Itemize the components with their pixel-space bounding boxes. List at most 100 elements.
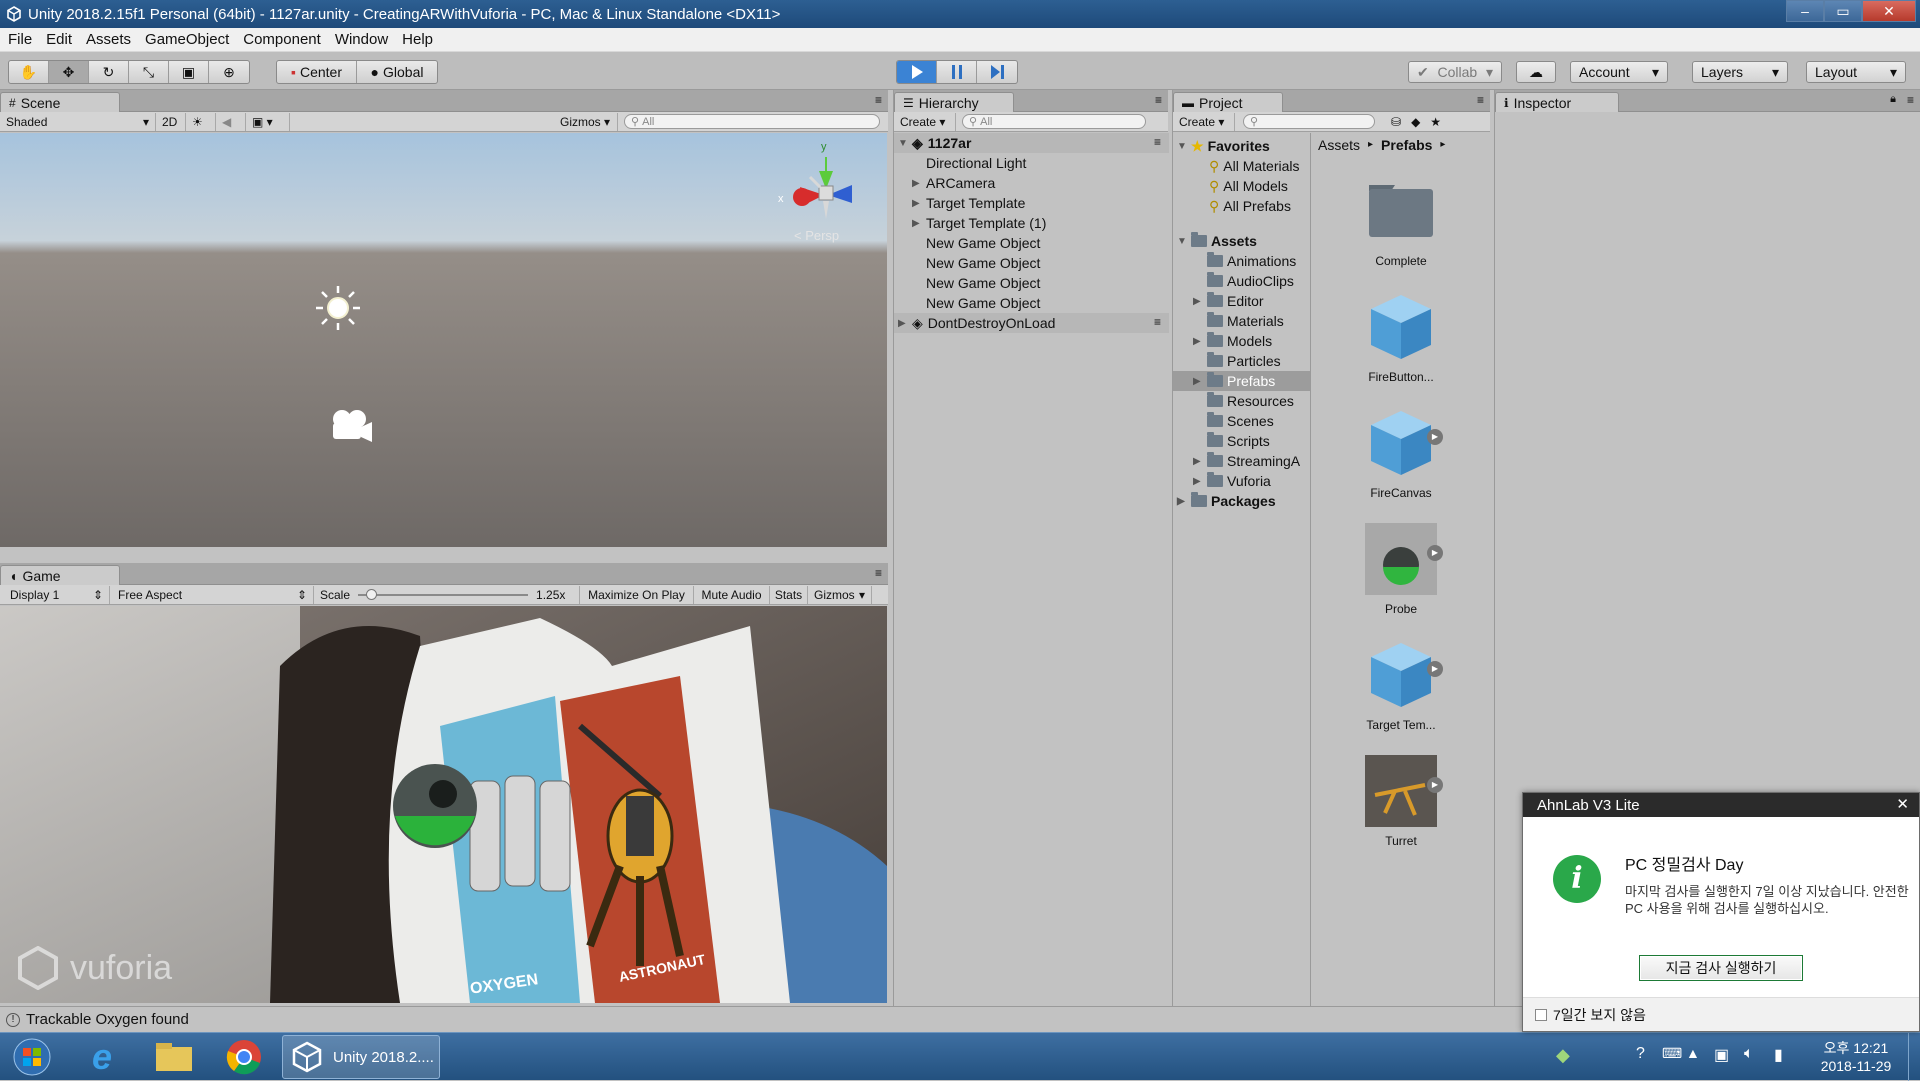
move-tool-icon[interactable]: ✥ bbox=[49, 61, 89, 83]
menu-gameobject[interactable]: GameObject bbox=[145, 31, 229, 48]
expand-arrow-icon[interactable]: ▶ bbox=[912, 218, 926, 229]
hierarchy-item[interactable]: ▶ ARCamera bbox=[912, 173, 995, 193]
close-button[interactable]: ✕ bbox=[1862, 0, 1916, 22]
perspective-label[interactable]: < Persp bbox=[794, 228, 839, 243]
mute-audio-toggle[interactable]: Mute Audio bbox=[694, 585, 770, 604]
window-title-bar[interactable]: Unity 2018.2.15f1 Personal (64bit) - 112… bbox=[0, 0, 1920, 28]
scene-root-row[interactable]: ▼ ◈ 1127ar ≡ bbox=[894, 133, 1169, 153]
expand-arrow-icon[interactable]: ▶ bbox=[912, 178, 926, 189]
expand-arrow-icon[interactable]: ▶ bbox=[912, 198, 926, 209]
scan-now-button[interactable]: 지금 검사 실행하기 bbox=[1639, 955, 1803, 981]
asset-folder[interactable]: AudioClips bbox=[1193, 271, 1294, 291]
start-button[interactable] bbox=[4, 1036, 60, 1078]
expand-prefab-icon[interactable]: ▶ bbox=[1427, 661, 1443, 677]
network-tray-icon[interactable]: ◆ bbox=[1556, 1045, 1570, 1066]
panel-menu-icon[interactable]: ≡ bbox=[875, 93, 882, 107]
taskbar-ie[interactable]: e bbox=[74, 1036, 130, 1078]
favorites-node[interactable]: ▼ ★ Favorites bbox=[1177, 136, 1270, 156]
device-tray-icon[interactable]: ▣ bbox=[1714, 1045, 1729, 1065]
rect-tool-icon[interactable]: ▣ bbox=[169, 61, 209, 83]
hierarchy-create-dropdown[interactable]: Create ▾ bbox=[894, 112, 956, 131]
pause-button[interactable] bbox=[937, 61, 977, 83]
hand-tool-icon[interactable]: ✋ bbox=[9, 61, 49, 83]
ime-tray-icon[interactable]: ⌨ bbox=[1662, 1045, 1682, 1062]
cloud-button[interactable]: ☁ bbox=[1516, 61, 1556, 83]
packages-node[interactable]: ▶ Packages bbox=[1177, 491, 1276, 511]
hierarchy-item[interactable]: New Game Object bbox=[912, 253, 1040, 273]
rotate-tool-icon[interactable]: ↻ bbox=[89, 61, 129, 83]
expand-arrow-icon[interactable]: ▶ bbox=[1177, 496, 1191, 507]
asset-folder[interactable]: Resources bbox=[1193, 391, 1294, 411]
asset-item-prefab[interactable]: FireCanvas ▶ bbox=[1346, 407, 1456, 500]
asset-folder[interactable]: ▶ Editor bbox=[1193, 291, 1264, 311]
expand-prefab-icon[interactable]: ▶ bbox=[1427, 545, 1443, 561]
taskbar-chrome[interactable] bbox=[216, 1036, 272, 1078]
game-viewport[interactable]: OXYGEN ASTRONAUT vuforia bbox=[0, 606, 887, 1003]
collab-dropdown[interactable]: ✔ Collab ▾ bbox=[1408, 61, 1502, 83]
maximize-on-play-toggle[interactable]: Maximize On Play bbox=[580, 585, 694, 604]
asset-folder[interactable]: Animations bbox=[1193, 251, 1296, 271]
scene-viewport[interactable]: y x < Persp bbox=[0, 133, 887, 547]
asset-item-folder[interactable]: Complete bbox=[1346, 175, 1456, 268]
scene-search-input[interactable]: ⚲ All bbox=[624, 114, 880, 129]
status-message[interactable]: Trackable Oxygen found bbox=[26, 1011, 189, 1028]
tab-project[interactable]: ▬ Project bbox=[1173, 92, 1283, 112]
asset-item-prefab[interactable]: FireButton... bbox=[1346, 291, 1456, 384]
favorite-item[interactable]: ⚲ All Prefabs bbox=[1209, 196, 1291, 216]
maximize-button[interactable]: ▭ bbox=[1824, 0, 1862, 22]
hierarchy-search-input[interactable]: ⚲ All bbox=[962, 114, 1146, 129]
expand-arrow-icon[interactable]: ▼ bbox=[1177, 236, 1191, 247]
transform-tool-icon[interactable]: ⊕ bbox=[209, 61, 249, 83]
lock-icon[interactable]: 🔒︎ bbox=[1890, 93, 1896, 106]
hierarchy-item[interactable]: New Game Object bbox=[912, 233, 1040, 253]
expand-arrow-icon[interactable]: ▼ bbox=[898, 138, 912, 149]
tab-inspector[interactable]: ℹ Inspector bbox=[1495, 92, 1619, 112]
expand-arrow-icon[interactable]: ▶ bbox=[1193, 296, 1207, 307]
project-create-dropdown[interactable]: Create ▾ bbox=[1173, 112, 1235, 131]
menu-file[interactable]: File bbox=[8, 31, 32, 48]
asset-folder[interactable]: ▶ StreamingA bbox=[1193, 451, 1310, 471]
menu-window[interactable]: Window bbox=[335, 31, 388, 48]
minimize-button[interactable]: – bbox=[1786, 0, 1824, 22]
popup-close-button[interactable]: ✕ bbox=[1896, 795, 1909, 813]
dont-show-label[interactable]: 7일간 보지 않음 bbox=[1553, 1005, 1646, 1025]
assets-node[interactable]: ▼ Assets bbox=[1177, 231, 1257, 251]
breadcrumb-prefabs[interactable]: Prefabs bbox=[1381, 137, 1432, 153]
menu-help[interactable]: Help bbox=[402, 31, 433, 48]
panel-menu-icon[interactable]: ≡ bbox=[1477, 93, 1484, 107]
hierarchy-item[interactable]: New Game Object bbox=[912, 293, 1040, 313]
asset-item-prefab[interactable]: Probe ▶ bbox=[1346, 523, 1456, 616]
asset-folder[interactable]: ▶ Models bbox=[1193, 331, 1272, 351]
asset-folder[interactable]: Particles bbox=[1193, 351, 1281, 371]
aspect-dropdown[interactable]: Free Aspect ⇕ bbox=[110, 585, 314, 604]
taskbar-explorer[interactable] bbox=[146, 1036, 202, 1078]
account-dropdown[interactable]: Account ▾ bbox=[1570, 61, 1668, 83]
asset-folder[interactable]: Scripts bbox=[1193, 431, 1270, 451]
expand-arrow-icon[interactable]: ▶ bbox=[1193, 336, 1207, 347]
menu-edit[interactable]: Edit bbox=[46, 31, 72, 48]
layout-dropdown[interactable]: Layout ▾ bbox=[1806, 61, 1906, 83]
lighting-toggle-icon[interactable]: ☀ bbox=[186, 112, 216, 131]
signal-tray-icon[interactable]: ▮ bbox=[1774, 1045, 1783, 1065]
hierarchy-item[interactable]: ▶ Target Template bbox=[912, 193, 1025, 213]
tab-hierarchy[interactable]: ☰ Hierarchy bbox=[894, 92, 1014, 112]
hierarchy-item[interactable]: ▶ Target Template (1) bbox=[912, 213, 1046, 233]
layers-dropdown[interactable]: Layers ▾ bbox=[1692, 61, 1788, 83]
asset-item-prefab[interactable]: Target Tem... ▶ bbox=[1346, 639, 1456, 732]
pivot-center-button[interactable]: ▪ Center bbox=[277, 61, 357, 83]
display-dropdown[interactable]: Display 1 ⇕ bbox=[0, 585, 110, 604]
expand-prefab-icon[interactable]: ▶ bbox=[1427, 777, 1443, 793]
expand-arrow-icon[interactable]: ▶ bbox=[1193, 376, 1207, 387]
step-button[interactable] bbox=[977, 61, 1017, 83]
scene-menu-icon[interactable]: ≡ bbox=[1154, 315, 1161, 329]
effects-toggle-icon[interactable]: ▣ ▾ bbox=[246, 112, 290, 131]
tab-scene[interactable]: # Scene bbox=[0, 92, 120, 112]
stats-toggle[interactable]: Stats bbox=[770, 585, 808, 604]
breadcrumb-assets[interactable]: Assets bbox=[1318, 137, 1360, 153]
filter-type-icon[interactable]: ⛁ bbox=[1391, 115, 1401, 129]
audio-toggle-icon[interactable]: ◀ bbox=[216, 112, 246, 131]
scene-menu-icon[interactable]: ≡ bbox=[1154, 135, 1161, 149]
2d-toggle[interactable]: 2D bbox=[156, 112, 186, 131]
dont-show-checkbox[interactable] bbox=[1535, 1008, 1547, 1021]
scene-gizmos-dropdown[interactable]: Gizmos ▾ bbox=[554, 112, 618, 131]
